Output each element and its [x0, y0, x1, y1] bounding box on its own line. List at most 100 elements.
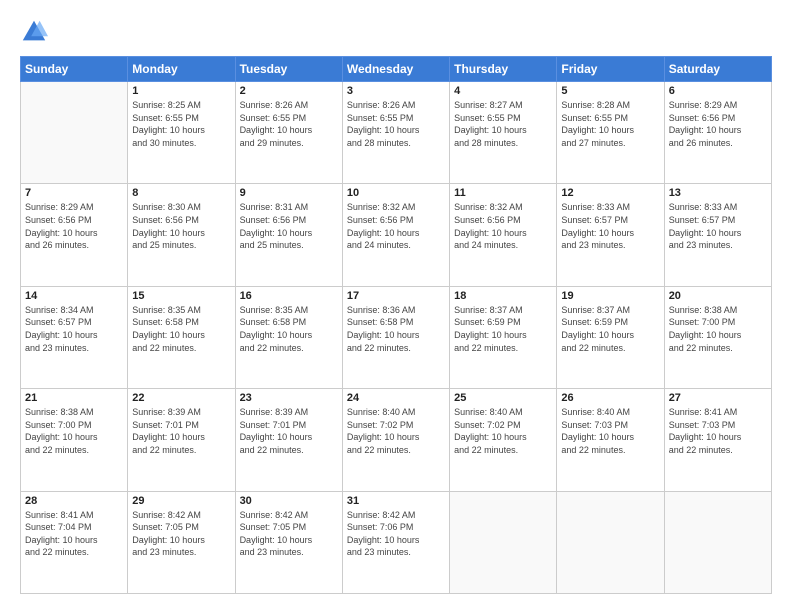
day-info: Sunrise: 8:38 AM Sunset: 7:00 PM Dayligh… [669, 304, 767, 354]
day-number: 20 [669, 290, 767, 302]
calendar-cell: 29 Sunrise: 8:42 AM Sunset: 7:05 PM Dayli… [128, 491, 235, 593]
day-number: 26 [561, 392, 659, 404]
calendar-cell: 22Sunrise: 8:39 AM Sunset: 7:01 PM Dayli… [128, 389, 235, 491]
calendar-week-row: 28 Sunrise: 8:41 AM Sunset: 7:04 PM Dayli… [21, 491, 772, 593]
page: SundayMondayTuesdayWednesdayThursdayFrid… [0, 0, 792, 612]
calendar-cell: 10 Sunrise: 8:32 AM Sunset: 6:56 PM Dayli… [342, 184, 449, 286]
day-info: Sunrise: 8:32 AM Sunset: 6:56 PM Dayligh… [454, 201, 552, 251]
logo-icon [20, 18, 48, 46]
day-info: Sunrise: 8:35 AM Sunset: 6:58 PM Dayligh… [240, 304, 338, 354]
day-number: 2 [240, 85, 338, 97]
day-info: Sunrise: 8:36 AM Sunset: 6:58 PM Dayligh… [347, 304, 445, 354]
day-info: Sunrise: 8:28 AM Sunset: 6:55 PM Dayligh… [561, 99, 659, 149]
day-number: 4 [454, 85, 552, 97]
day-info: Sunrise: 8:31 AM Sunset: 6:56 PM Dayligh… [240, 201, 338, 251]
calendar-cell: 14Sunrise: 8:34 AM Sunset: 6:57 PM Dayli… [21, 286, 128, 388]
calendar-cell: 7 Sunrise: 8:29 AM Sunset: 6:56 PM Daylig… [21, 184, 128, 286]
calendar-cell: 24 Sunrise: 8:40 AM Sunset: 7:02 PM Dayli… [342, 389, 449, 491]
day-info: Sunrise: 8:25 AM Sunset: 6:55 PM Dayligh… [132, 99, 230, 149]
calendar-week-row: 7 Sunrise: 8:29 AM Sunset: 6:56 PM Daylig… [21, 184, 772, 286]
logo [20, 18, 52, 46]
day-number: 18 [454, 290, 552, 302]
day-info: Sunrise: 8:37 AM Sunset: 6:59 PM Dayligh… [454, 304, 552, 354]
header [20, 18, 772, 46]
day-number: 25 [454, 392, 552, 404]
calendar-cell: 25Sunrise: 8:40 AM Sunset: 7:02 PM Dayli… [450, 389, 557, 491]
day-number: 12 [561, 187, 659, 199]
weekday-header: Saturday [664, 57, 771, 82]
weekday-header: Sunday [21, 57, 128, 82]
day-info: Sunrise: 8:39 AM Sunset: 7:01 PM Dayligh… [240, 406, 338, 456]
calendar-cell: 17 Sunrise: 8:36 AM Sunset: 6:58 PM Dayli… [342, 286, 449, 388]
calendar-cell: 31Sunrise: 8:42 AM Sunset: 7:06 PM Dayli… [342, 491, 449, 593]
calendar-cell [450, 491, 557, 593]
day-number: 6 [669, 85, 767, 97]
calendar-cell: 3Sunrise: 8:26 AM Sunset: 6:55 PM Daylig… [342, 82, 449, 184]
day-info: Sunrise: 8:27 AM Sunset: 6:55 PM Dayligh… [454, 99, 552, 149]
day-info: Sunrise: 8:30 AM Sunset: 6:56 PM Dayligh… [132, 201, 230, 251]
calendar-cell: 2 Sunrise: 8:26 AM Sunset: 6:55 PM Daylig… [235, 82, 342, 184]
day-number: 9 [240, 187, 338, 199]
weekday-header: Monday [128, 57, 235, 82]
calendar-table: SundayMondayTuesdayWednesdayThursdayFrid… [20, 56, 772, 594]
day-number: 29 [132, 495, 230, 507]
calendar-cell: 1Sunrise: 8:25 AM Sunset: 6:55 PM Daylig… [128, 82, 235, 184]
calendar-cell: 4 Sunrise: 8:27 AM Sunset: 6:55 PM Daylig… [450, 82, 557, 184]
day-info: Sunrise: 8:41 AM Sunset: 7:04 PM Dayligh… [25, 509, 123, 559]
day-number: 27 [669, 392, 767, 404]
calendar-cell: 20 Sunrise: 8:38 AM Sunset: 7:00 PM Dayli… [664, 286, 771, 388]
calendar-cell: 28 Sunrise: 8:41 AM Sunset: 7:04 PM Dayli… [21, 491, 128, 593]
day-info: Sunrise: 8:40 AM Sunset: 7:03 PM Dayligh… [561, 406, 659, 456]
day-info: Sunrise: 8:29 AM Sunset: 6:56 PM Dayligh… [669, 99, 767, 149]
day-number: 10 [347, 187, 445, 199]
calendar-cell: 6 Sunrise: 8:29 AM Sunset: 6:56 PM Daylig… [664, 82, 771, 184]
calendar-week-row: 21 Sunrise: 8:38 AM Sunset: 7:00 PM Dayli… [21, 389, 772, 491]
calendar-cell: 27 Sunrise: 8:41 AM Sunset: 7:03 PM Dayli… [664, 389, 771, 491]
day-info: Sunrise: 8:40 AM Sunset: 7:02 PM Dayligh… [347, 406, 445, 456]
day-number: 19 [561, 290, 659, 302]
day-number: 23 [240, 392, 338, 404]
weekday-header-row: SundayMondayTuesdayWednesdayThursdayFrid… [21, 57, 772, 82]
day-info: Sunrise: 8:42 AM Sunset: 7:05 PM Dayligh… [132, 509, 230, 559]
day-number: 28 [25, 495, 123, 507]
day-number: 5 [561, 85, 659, 97]
day-info: Sunrise: 8:38 AM Sunset: 7:00 PM Dayligh… [25, 406, 123, 456]
day-info: Sunrise: 8:29 AM Sunset: 6:56 PM Dayligh… [25, 201, 123, 251]
calendar-week-row: 1Sunrise: 8:25 AM Sunset: 6:55 PM Daylig… [21, 82, 772, 184]
day-number: 8 [132, 187, 230, 199]
day-number: 15 [132, 290, 230, 302]
calendar-cell: 30Sunrise: 8:42 AM Sunset: 7:05 PM Dayli… [235, 491, 342, 593]
day-number: 24 [347, 392, 445, 404]
calendar-cell: 19 Sunrise: 8:37 AM Sunset: 6:59 PM Dayli… [557, 286, 664, 388]
day-info: Sunrise: 8:32 AM Sunset: 6:56 PM Dayligh… [347, 201, 445, 251]
calendar-cell: 15 Sunrise: 8:35 AM Sunset: 6:58 PM Dayli… [128, 286, 235, 388]
day-number: 7 [25, 187, 123, 199]
calendar-cell [557, 491, 664, 593]
calendar-cell: 18 Sunrise: 8:37 AM Sunset: 6:59 PM Dayli… [450, 286, 557, 388]
day-info: Sunrise: 8:35 AM Sunset: 6:58 PM Dayligh… [132, 304, 230, 354]
day-number: 30 [240, 495, 338, 507]
day-info: Sunrise: 8:39 AM Sunset: 7:01 PM Dayligh… [132, 406, 230, 456]
day-info: Sunrise: 8:37 AM Sunset: 6:59 PM Dayligh… [561, 304, 659, 354]
day-info: Sunrise: 8:26 AM Sunset: 6:55 PM Dayligh… [347, 99, 445, 149]
calendar-cell: 9 Sunrise: 8:31 AM Sunset: 6:56 PM Daylig… [235, 184, 342, 286]
calendar-cell [21, 82, 128, 184]
day-number: 11 [454, 187, 552, 199]
day-info: Sunrise: 8:34 AM Sunset: 6:57 PM Dayligh… [25, 304, 123, 354]
weekday-header: Wednesday [342, 57, 449, 82]
calendar-cell: 12Sunrise: 8:33 AM Sunset: 6:57 PM Dayli… [557, 184, 664, 286]
day-number: 13 [669, 187, 767, 199]
calendar-cell: 16 Sunrise: 8:35 AM Sunset: 6:58 PM Dayli… [235, 286, 342, 388]
day-number: 17 [347, 290, 445, 302]
day-number: 31 [347, 495, 445, 507]
weekday-header: Friday [557, 57, 664, 82]
calendar-cell [664, 491, 771, 593]
calendar-cell: 11 Sunrise: 8:32 AM Sunset: 6:56 PM Dayli… [450, 184, 557, 286]
calendar-cell: 5 Sunrise: 8:28 AM Sunset: 6:55 PM Daylig… [557, 82, 664, 184]
calendar-cell: 8 Sunrise: 8:30 AM Sunset: 6:56 PM Daylig… [128, 184, 235, 286]
calendar-cell: 21 Sunrise: 8:38 AM Sunset: 7:00 PM Dayli… [21, 389, 128, 491]
day-info: Sunrise: 8:26 AM Sunset: 6:55 PM Dayligh… [240, 99, 338, 149]
day-info: Sunrise: 8:41 AM Sunset: 7:03 PM Dayligh… [669, 406, 767, 456]
day-number: 21 [25, 392, 123, 404]
day-number: 16 [240, 290, 338, 302]
